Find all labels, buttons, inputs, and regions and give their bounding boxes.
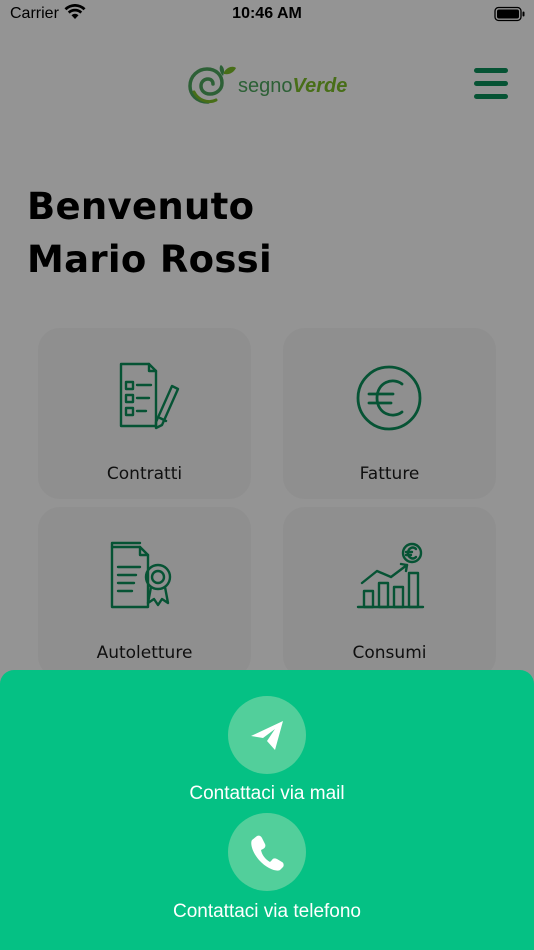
mail-contact-label[interactable]: Contattaci via mail xyxy=(0,783,534,805)
phone-contact-button[interactable] xyxy=(228,813,306,891)
phone-contact-label[interactable]: Contattaci via telefono xyxy=(0,901,534,923)
paper-plane-icon xyxy=(251,721,283,750)
contact-bottom-sheet: Contattaci via mail Contattaci via telef… xyxy=(0,670,534,950)
phone-icon xyxy=(251,835,284,871)
mail-contact-button[interactable] xyxy=(228,696,306,774)
